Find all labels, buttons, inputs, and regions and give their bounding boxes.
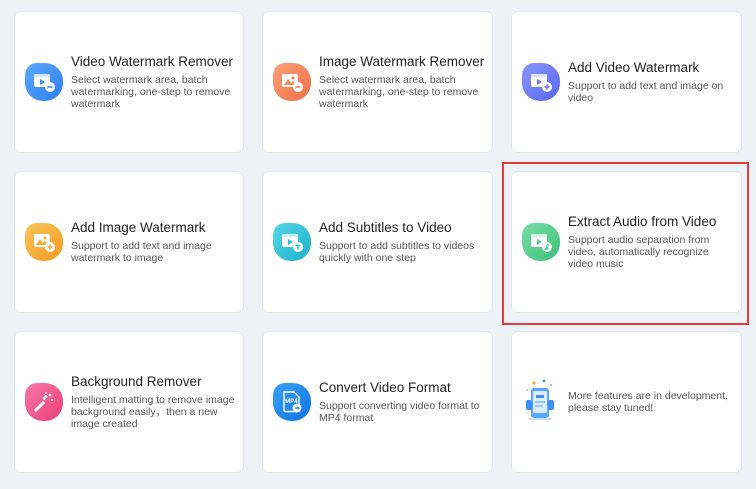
card-background-remover[interactable]: Background Remover Intelligent matting t…	[15, 332, 243, 472]
card-more-features: More features are in development, please…	[512, 332, 741, 472]
card-title: Add Image Watermark	[71, 220, 206, 235]
video-add-icon	[522, 63, 560, 101]
card-image-watermark-remover[interactable]: Image Watermark Remover Select watermark…	[263, 12, 492, 152]
card-convert-video-format[interactable]: MP4 Convert Video Format Support convert…	[263, 332, 492, 472]
card-title: Extract Audio from Video	[568, 214, 717, 229]
card-title: Add Subtitles to Video	[319, 220, 452, 235]
card-description: Support audio separation from video, aut…	[568, 234, 710, 270]
feature-grid: Video Watermark Remover Select watermark…	[0, 0, 756, 489]
card-video-watermark-remover[interactable]: Video Watermark Remover Select watermark…	[15, 12, 243, 152]
card-description: Select watermark area, batch watermarkin…	[319, 74, 479, 110]
development-phone-icon	[520, 378, 560, 424]
card-description: Support to add text and image watermark …	[71, 240, 212, 264]
card-extract-audio-from-video[interactable]: Extract Audio from Video Support audio s…	[512, 172, 741, 312]
card-description: Support to add subtitles to videos quick…	[319, 240, 475, 264]
card-add-video-watermark[interactable]: Add Video Watermark Support to add text …	[512, 12, 741, 152]
development-notice: More features are in development, please…	[568, 390, 728, 414]
card-description: Select watermark area, batch watermarkin…	[71, 74, 231, 110]
card-add-subtitles-to-video[interactable]: Add Subtitles to Video Support to add su…	[263, 172, 492, 312]
audio-extract-icon	[522, 223, 560, 261]
card-title: Convert Video Format	[319, 380, 451, 395]
video-eraser-icon	[25, 63, 63, 101]
card-add-image-watermark[interactable]: Add Image Watermark Support to add text …	[15, 172, 243, 312]
card-title: Background Remover	[71, 374, 202, 389]
image-add-icon	[25, 223, 63, 261]
card-title: Video Watermark Remover	[71, 54, 234, 69]
image-eraser-icon	[273, 63, 311, 101]
magic-wand-icon	[25, 383, 63, 421]
subtitle-icon	[273, 223, 311, 261]
card-title: Image Watermark Remover	[319, 54, 485, 69]
mp4-file-icon: MP4	[273, 383, 311, 421]
card-description: Support to add text and image on video	[568, 80, 724, 104]
card-title: Add Video Watermark	[568, 60, 700, 75]
card-description: Support converting video format to MP4 f…	[319, 400, 480, 424]
card-description: Intelligent matting to remove image back…	[71, 394, 235, 430]
